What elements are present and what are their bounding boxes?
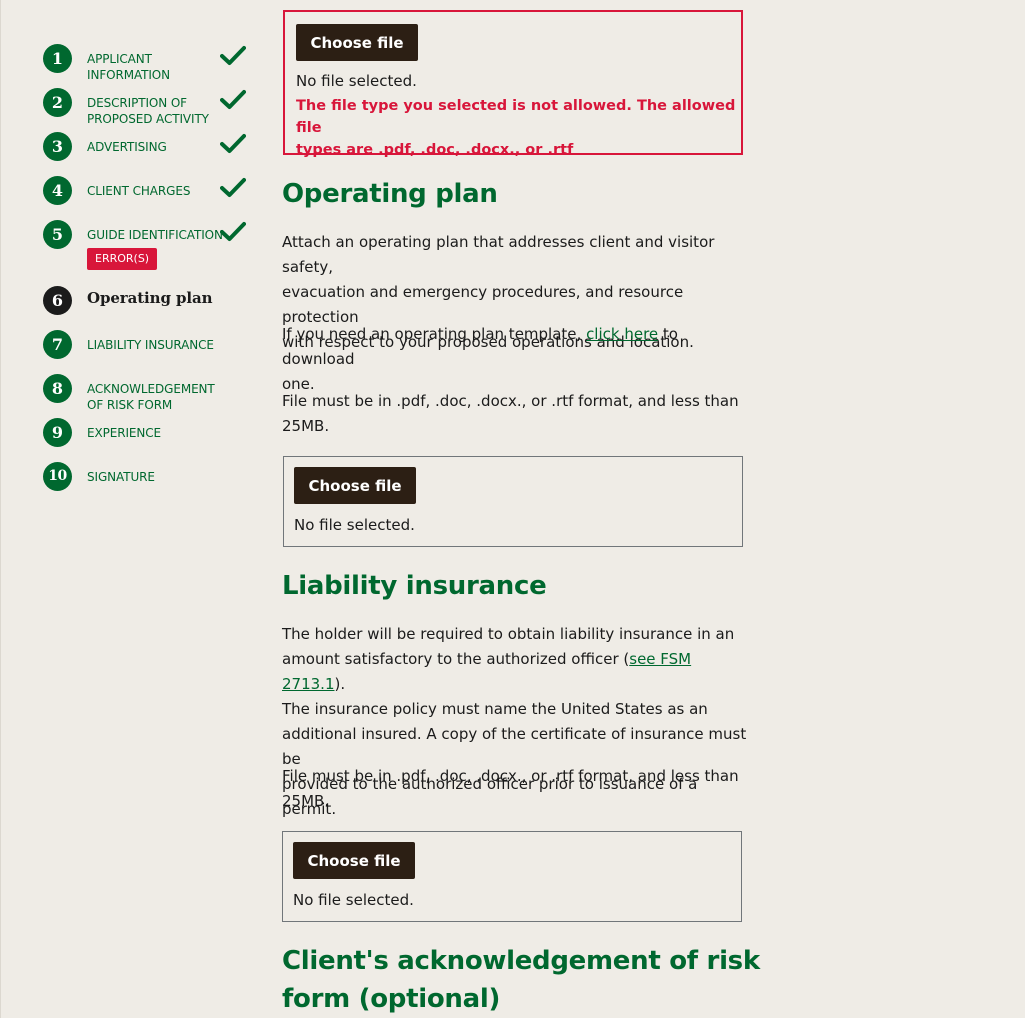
sidebar-step-experience[interactable]: 9 EXPERIENCE (43, 418, 215, 447)
choose-file-button[interactable]: Choose file (293, 842, 415, 879)
sidebar-step-guide-identification[interactable]: 5 GUIDE IDENTIFICATION (43, 220, 246, 249)
text-line: File must be in .pdf, .doc, .docx., or .… (282, 767, 739, 785)
file-status: No file selected. (294, 516, 415, 534)
checkmark-icon (220, 46, 246, 65)
text-line: 25MB. (282, 792, 330, 810)
step-label: APPLICANT INFORMATION (87, 51, 215, 83)
text-line: File must be in .pdf, .doc, .docx., or .… (282, 392, 739, 410)
sidebar-step-advertising[interactable]: 3 ADVERTISING (43, 132, 246, 161)
checkmark-icon (220, 178, 246, 197)
choose-file-button[interactable]: Choose file (296, 24, 418, 61)
sidebar-step-client-charges[interactable]: 4 CLIENT CHARGES (43, 176, 246, 205)
step-label: EXPERIENCE (87, 426, 162, 440)
text-line: amount satisfactory to the authorized of… (282, 647, 752, 697)
step-label: CLIENT CHARGES (87, 184, 191, 198)
text-span: If you need an operating plan template, (282, 325, 587, 343)
step-number: 3 (43, 132, 72, 161)
text-line: The holder will be required to obtain li… (282, 625, 735, 643)
sidebar-step-acknowledgement-of-risk-form[interactable]: 8 ACKNOWLEDGEMENT OF RISK FORM (43, 374, 215, 413)
step-label-line: APPLICANT (87, 52, 152, 66)
liability-insurance-heading: Liability insurance (282, 571, 547, 601)
liability-file-requirements: File must be in .pdf, .doc, .docx., or .… (282, 764, 752, 814)
operating-plan-file-requirements: File must be in .pdf, .doc, .docx., or .… (282, 389, 752, 439)
error-badge: ERROR(S) (87, 248, 158, 270)
step-label-line: ACKNOWLEDGEMENT (87, 382, 215, 396)
text-line: 25MB. (282, 417, 330, 435)
file-type-error-message: The file type you selected is not allowe… (296, 95, 736, 161)
text-line: Attach an operating plan that addresses … (282, 233, 715, 276)
template-download-link[interactable]: click here (586, 325, 658, 343)
checkmark-icon (220, 90, 246, 109)
step-label-line: PROPOSED ACTIVITY (87, 112, 209, 126)
file-status: No file selected. (296, 72, 417, 90)
step-label: SIGNATURE (87, 470, 155, 484)
text-span: ). (334, 675, 346, 693)
text-span: amount satisfactory to the authorized of… (282, 650, 630, 668)
sidebar-step-applicant-information[interactable]: 1 APPLICANT INFORMATION (43, 44, 246, 83)
operating-plan-upload-box: Choose file No file selected. (283, 456, 743, 547)
acknowledgement-heading: Client's acknowledgement of risk form (o… (282, 942, 760, 1018)
step-label: ACKNOWLEDGEMENT OF RISK FORM (87, 381, 215, 413)
step-number: 5 (43, 220, 72, 249)
sidebar-step-signature[interactable]: 10 SIGNATURE (43, 462, 215, 491)
operating-plan-template-note: If you need an operating plan template, … (282, 322, 752, 397)
page: 1 APPLICANT INFORMATION 2 DESCRIPTION OF… (0, 0, 1025, 1018)
step-label: DESCRIPTION OF PROPOSED ACTIVITY (87, 95, 215, 127)
sidebar-step-operating-plan[interactable]: 6 Operating plan (43, 286, 227, 315)
choose-file-button[interactable]: Choose file (294, 467, 416, 504)
step-label: LIABILITY INSURANCE (87, 338, 214, 352)
step-label: ADVERTISING (87, 140, 167, 154)
sidebar-step-description-of-proposed-activity[interactable]: 2 DESCRIPTION OF PROPOSED ACTIVITY (43, 88, 246, 127)
step-number: 10 (43, 462, 72, 491)
text-line: The insurance policy must name the Unite… (282, 700, 708, 718)
step-number: 7 (43, 330, 72, 359)
step-number: 1 (43, 44, 72, 73)
error-line: types are .pdf, .doc, .docx., or .rtf (296, 142, 574, 158)
step-label: GUIDE IDENTIFICATION (87, 228, 223, 242)
file-status: No file selected. (293, 891, 414, 909)
heading-line: form (optional) (282, 984, 501, 1014)
step-number: 9 (43, 418, 72, 447)
checkmark-icon (220, 134, 246, 153)
step-label-current: Operating plan (87, 289, 213, 307)
step-number: 2 (43, 88, 72, 117)
error-line: The file type you selected is not allowe… (296, 98, 736, 136)
step-number: 6 (43, 286, 72, 315)
operating-plan-heading: Operating plan (282, 179, 498, 209)
step-label-line: INFORMATION (87, 68, 171, 82)
liability-insurance-upload-box: Choose file No file selected. (282, 831, 742, 922)
checkmark-icon (220, 222, 246, 241)
step-number: 8 (43, 374, 72, 403)
file-upload-error-box: Choose file No file selected. The file t… (283, 10, 743, 158)
step-label-line: DESCRIPTION OF (87, 96, 187, 110)
heading-line: Client's acknowledgement of risk (282, 946, 760, 976)
sidebar-step-liability-insurance[interactable]: 7 LIABILITY INSURANCE (43, 330, 215, 359)
text-line: If you need an operating plan template, … (282, 322, 752, 372)
step-label-line: OF RISK FORM (87, 398, 173, 412)
step-number: 4 (43, 176, 72, 205)
